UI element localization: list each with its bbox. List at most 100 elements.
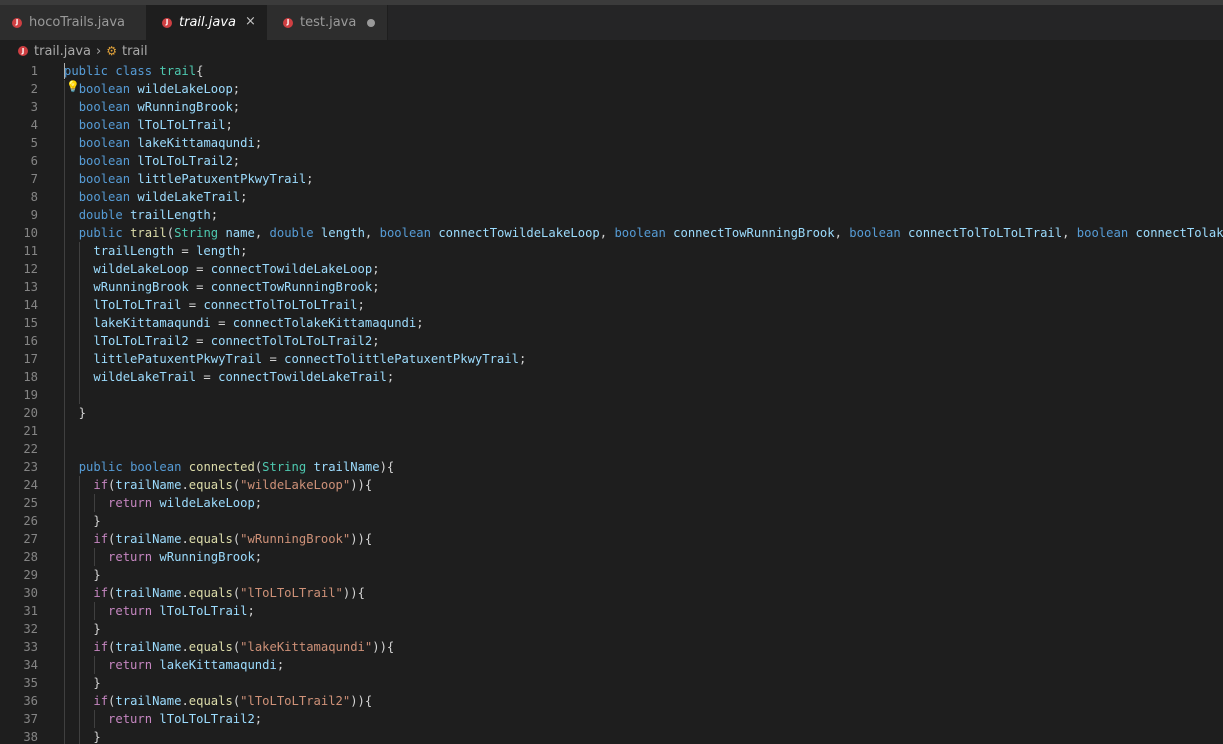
code-token: if — [93, 640, 109, 654]
breadcrumb-file[interactable]: trail.java — [34, 44, 91, 59]
code-token: . — [181, 586, 189, 600]
code-text: boolean lakeKittamaqundi; — [64, 134, 262, 152]
code-token: trail — [130, 226, 167, 240]
code-line[interactable]: 13 wRunningBrook = connectTowRunningBroo… — [0, 278, 1223, 296]
code-line[interactable]: 1 public class trail{ — [0, 62, 1223, 80]
code-token: littlePatuxentPkwyTrail — [137, 172, 307, 186]
code-line[interactable]: 18 wildeLakeTrail = connectTowildeLakeTr… — [0, 368, 1223, 386]
code-token: } — [64, 514, 101, 528]
unsaved-dot-icon[interactable] — [367, 19, 375, 27]
code-token: boolean — [614, 226, 666, 240]
code-line[interactable]: 4 boolean lToLToLTrail; — [0, 116, 1223, 134]
code-token: boolean — [78, 172, 131, 186]
code-token: = — [188, 334, 211, 348]
code-line[interactable]: 6 boolean lToLToLTrail2; — [0, 152, 1223, 170]
code-line[interactable]: 20 } — [0, 404, 1223, 422]
code-line[interactable]: 35 } — [0, 674, 1223, 692]
code-line[interactable]: 28 return wRunningBrook; — [0, 548, 1223, 566]
code-token: connectTowildeLakeTrail — [218, 370, 387, 384]
code-text: } — [64, 512, 101, 530]
code-token: equals — [188, 586, 233, 600]
line-number: 31 — [23, 604, 38, 618]
tab-hocotrails[interactable]: J hocoTrails.java — [0, 5, 147, 40]
line-number: 38 — [23, 730, 38, 744]
code-token: double — [78, 208, 123, 222]
code-line[interactable]: 33 if(trailName.equals("lakeKittamaqundi… — [0, 638, 1223, 656]
code-line[interactable]: 31 return lToLToLTrail; — [0, 602, 1223, 620]
code-token: lToLToLTrail2 — [159, 712, 255, 726]
code-line[interactable]: 29 } — [0, 566, 1223, 584]
code-line[interactable]: 17 littlePatuxentPkwyTrail = connectToli… — [0, 350, 1223, 368]
close-icon[interactable]: × — [245, 14, 256, 29]
code-line[interactable]: 21 — [0, 422, 1223, 440]
code-token: trailName — [115, 532, 182, 546]
code-token: ; — [254, 136, 263, 150]
code-line[interactable]: 30 if(trailName.equals("lToLToLTrail")){ — [0, 584, 1223, 602]
code-token: ; — [254, 496, 263, 510]
code-line[interactable]: 2 boolean wildeLakeLoop; — [0, 80, 1223, 98]
code-token: trailLength — [93, 244, 175, 258]
code-token: ( — [166, 226, 175, 240]
code-token: { — [196, 64, 204, 78]
code-line[interactable]: 7 boolean littlePatuxentPkwyTrail; — [0, 170, 1223, 188]
line-number: 30 — [23, 586, 38, 600]
code-line[interactable]: 10 public trail(String name, double leng… — [0, 224, 1223, 242]
code-line[interactable]: 3 boolean wRunningBrook; — [0, 98, 1223, 116]
code-line[interactable]: 34 return lakeKittamaqundi; — [0, 656, 1223, 674]
code-token: . — [181, 478, 189, 492]
line-number: 5 — [30, 136, 38, 150]
code-line[interactable]: 27 if(trailName.equals("wRunningBrook"))… — [0, 530, 1223, 548]
code-editor[interactable]: 💡 1 public class trail{2 boolean wildeLak… — [0, 62, 1223, 744]
tab-label: test.java — [300, 15, 357, 30]
code-token: ; — [232, 100, 241, 114]
java-file-icon: J — [162, 17, 172, 28]
line-number: 35 — [23, 676, 38, 690]
code-line[interactable]: 14 lToLToLTrail = connectTolToLToLTrail; — [0, 296, 1223, 314]
code-line[interactable]: 25 return wildeLakeLoop; — [0, 494, 1223, 512]
code-line[interactable]: 8 boolean wildeLakeTrail; — [0, 188, 1223, 206]
code-line[interactable]: 36 if(trailName.equals("lToLToLTrail2"))… — [0, 692, 1223, 710]
code-token: wRunningBrook — [159, 550, 255, 564]
breadcrumb-symbol[interactable]: trail — [122, 44, 148, 59]
code-token: public — [64, 64, 109, 78]
line-number: 37 — [23, 712, 38, 726]
code-token: "lToLToLTrail2" — [240, 694, 351, 708]
code-line[interactable]: 24 if(trailName.equals("wildeLakeLoop"))… — [0, 476, 1223, 494]
code-text: } — [64, 404, 86, 422]
code-line[interactable]: 5 boolean lakeKittamaqundi; — [0, 134, 1223, 152]
code-text: } — [64, 566, 100, 584]
code-token: ; — [372, 334, 380, 348]
line-number: 9 — [30, 208, 38, 222]
code-line[interactable]: 9 double trailLength; — [0, 206, 1223, 224]
code-line[interactable]: 37 return lToLToLTrail2; — [0, 710, 1223, 728]
code-line[interactable]: 22 — [0, 440, 1223, 458]
code-token: lToLToLTrail2 — [93, 334, 189, 348]
code-line[interactable]: 32 } — [0, 620, 1223, 638]
code-line[interactable]: 11 trailLength = length; — [0, 242, 1223, 260]
code-line[interactable]: 12 wildeLakeLoop = connectTowildeLakeLoo… — [0, 260, 1223, 278]
code-text: if(trailName.equals("lakeKittamaqundi"))… — [64, 638, 394, 656]
code-token: littlePatuxentPkwyTrail — [93, 352, 263, 366]
code-line[interactable]: 38 } — [0, 728, 1223, 744]
code-token: class — [115, 64, 153, 78]
line-number: 10 — [23, 226, 38, 240]
line-number: 13 — [23, 280, 38, 294]
tab-label: trail.java — [179, 15, 237, 30]
code-line[interactable]: 19 — [0, 386, 1223, 404]
line-number: 11 — [23, 244, 38, 258]
tab-trail[interactable]: J trail.java × — [147, 5, 267, 40]
tab-test[interactable]: J test.java — [267, 5, 388, 40]
code-line[interactable]: 16 lToLToLTrail2 = connectTolToLToLTrail… — [0, 332, 1223, 350]
code-line[interactable]: 26 } — [0, 512, 1223, 530]
line-number: 29 — [23, 568, 38, 582]
code-token: , — [1062, 226, 1077, 240]
code-line[interactable]: 23 public boolean connected(String trail… — [0, 458, 1223, 476]
code-line[interactable]: 15 lakeKittamaqundi = connectTolakeKitta… — [0, 314, 1223, 332]
